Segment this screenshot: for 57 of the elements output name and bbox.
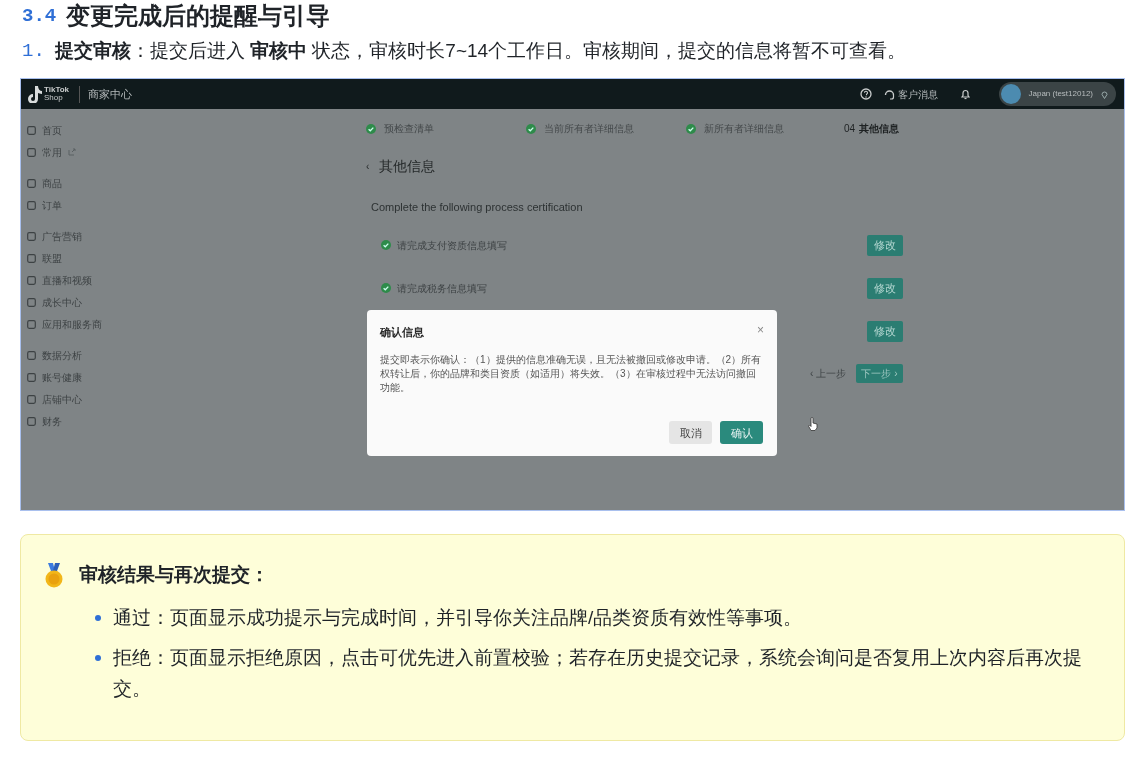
menu-item-icon [27,416,36,426]
help-icon [859,88,872,101]
location-icon [1101,89,1108,99]
sidebar-label: 联盟 [42,251,62,266]
account-name: Japan (test12012) [1028,88,1093,101]
sidebar-item[interactable]: 首页 [27,119,141,142]
callout-item: 拒绝：页面显示拒绝原因，点击可优先进入前置校验；若存在历史提交记录，系统会询问是否复用上次内容后再次提交。 [113,645,1083,701]
step-text: 提交审核：提交后进入 审核中 状态，审核时长7~14个工作日。审核期间，提交的信息将暂不可查看。 [54,38,907,63]
logo-text: TikTok [44,86,70,95]
section-heading: 变更完成后的提醒与引导 [66,2,331,31]
tiktok-logo-icon [26,85,42,104]
messages-link[interactable]: 客户消息 [897,86,938,102]
sidebar-label: 首页 [42,123,62,138]
sidebar-label: 财务 [42,414,62,429]
dialog-message: 提交即表示你确认：（1）提供的信息准确无误，且无法被撤回或修改申请。（2）所有权转让后，你的品牌和类目资质（如适用）将失效。（3）在审核过程中无法访问撤回功能。 [380,352,763,395]
menu-item-icon [27,394,36,404]
cancel-button[interactable]: 取消 [669,421,712,445]
confirm-button[interactable]: 确认 [720,421,763,445]
hand-cursor-icon [807,417,819,432]
menu-item-icon [27,350,36,360]
bullet-icon [95,614,101,621]
menu-item-icon [27,125,36,135]
logo-text: Shop [44,94,64,103]
avatar-icon [1000,84,1021,105]
menu-item-icon [27,200,36,210]
menu-item-icon [27,178,36,188]
medal-icon [43,562,65,589]
callout-title: 审核结果与再次提交： [79,563,269,588]
app-title: 商家中心 [79,86,133,103]
sidebar-item[interactable]: 店铺中心 [27,388,141,411]
step-label: 其他信息 [859,122,900,137]
back-button[interactable]: ‹ [366,159,370,175]
menu-item-icon [27,297,36,307]
bell-icon [959,88,971,101]
menu-item-icon [27,253,36,263]
list-number: 1. [22,38,45,64]
edit-button[interactable]: 修改 [867,234,903,256]
bullet-icon [95,654,101,661]
edit-button[interactable]: 修改 [867,277,903,299]
section-number: 3.4 [22,5,57,28]
sidebar-item[interactable]: 联盟 [27,247,141,270]
sidebar-item[interactable]: 财务 [27,410,141,433]
section-title: Complete the following process certification [371,200,584,216]
callout-item: 通过：页面显示成功提示与完成时间，并引导你关注品牌/品类资质有效性等事项。 [113,605,804,630]
page-title: 其他信息 [379,157,436,177]
account-menu[interactable]: Japan (test12012) [998,82,1116,107]
sidebar-label: 店铺中心 [42,392,82,407]
next-button[interactable]: 下一步 › [856,363,903,383]
edit-button[interactable]: 修改 [867,320,903,342]
menu-item-icon [27,319,36,329]
step-number: 04 [844,122,856,137]
close-button[interactable]: × [757,324,764,337]
menu-item-icon [27,231,36,241]
menu-item-icon [27,372,36,382]
menu-item-icon [27,275,36,285]
menu-item-icon [27,147,36,157]
dialog-title: 确认信息 [380,325,424,341]
